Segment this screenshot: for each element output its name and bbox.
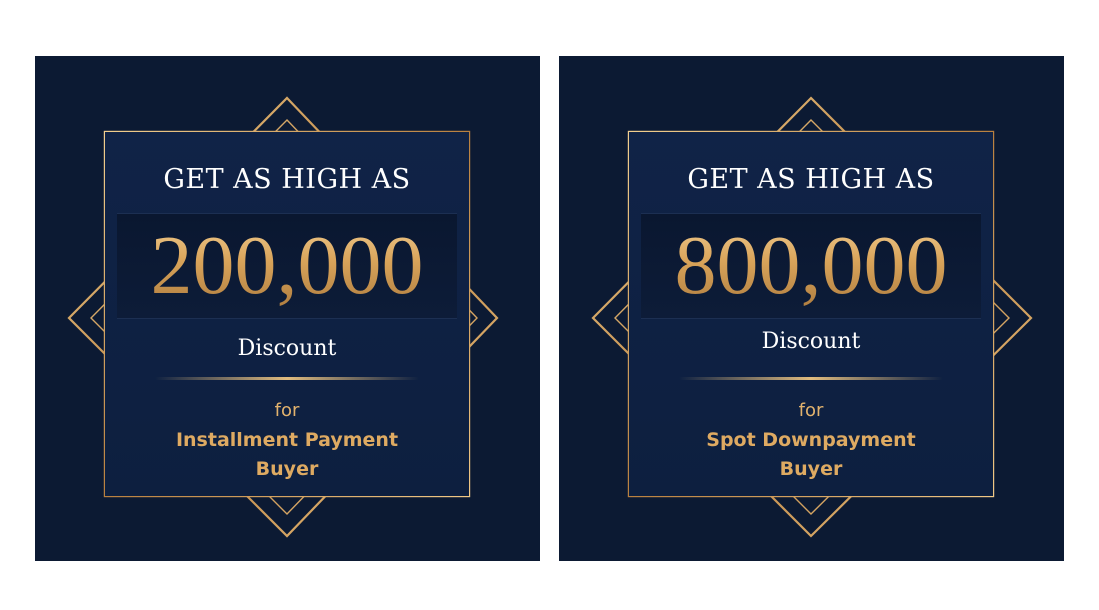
buyer-type-line1: Installment Payment <box>175 429 399 451</box>
promo-card-installment: GET AS HIGH AS 200,000 Discount for Inst… <box>35 56 540 561</box>
headline: GET AS HIGH AS <box>687 164 935 195</box>
promo-card-spot-downpayment: GET AS HIGH AS 800,000 Discount for Spot… <box>559 56 1064 561</box>
gold-divider <box>155 377 419 380</box>
amount-band: 800,000 <box>641 213 981 319</box>
for-label: for <box>274 400 300 421</box>
buyer-type-line2: Buyer <box>779 458 843 480</box>
for-label: for <box>798 400 824 421</box>
buyer-type: Spot Downpayment Buyer <box>629 426 993 484</box>
headline: GET AS HIGH AS <box>163 164 411 195</box>
buyer-type-line2: Buyer <box>255 458 319 480</box>
discount-label: Discount <box>237 336 337 361</box>
promo-panel: GET AS HIGH AS 800,000 Discount for Spot… <box>629 132 993 496</box>
buyer-type-line1: Spot Downpayment <box>706 429 916 451</box>
buyer-type: Installment Payment Buyer <box>105 426 469 484</box>
discount-amount: 800,000 <box>641 214 981 318</box>
discount-amount: 200,000 <box>117 214 457 318</box>
discount-label: Discount <box>761 329 861 354</box>
amount-band: 200,000 <box>117 213 457 319</box>
gold-divider <box>679 377 943 380</box>
promo-panel: GET AS HIGH AS 200,000 Discount for Inst… <box>105 132 469 496</box>
